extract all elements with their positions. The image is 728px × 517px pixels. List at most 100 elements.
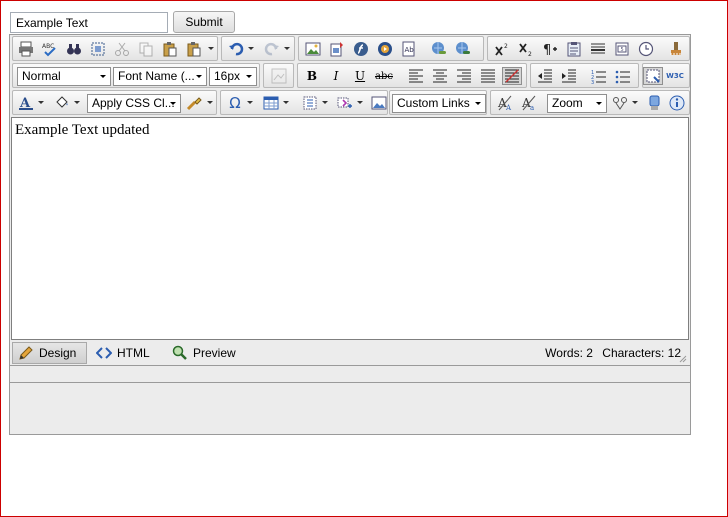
insert-table-icon[interactable]: [261, 94, 281, 112]
strikethrough-button[interactable]: abc: [374, 67, 394, 85]
toolbar-group-tools: AA Aa Zoom: [490, 90, 690, 115]
insert-media-icon[interactable]: [327, 40, 347, 58]
tab-preview[interactable]: Preview: [167, 342, 241, 364]
format-stripper-icon[interactable]: [666, 40, 686, 58]
toolbar-group-text-style: B I U abc: [297, 63, 527, 88]
tab-design[interactable]: Design: [12, 342, 87, 364]
image-map-icon[interactable]: [369, 94, 389, 112]
word-count: Words: 2: [545, 346, 593, 360]
italic-button[interactable]: I: [326, 67, 346, 85]
superscript-icon[interactable]: 2: [492, 40, 512, 58]
tab-html[interactable]: HTML: [91, 342, 155, 364]
background-color-icon[interactable]: [52, 94, 72, 112]
numbered-list-icon[interactable]: 123: [589, 67, 609, 85]
format-painter-icon[interactable]: [184, 94, 204, 112]
outdent-icon[interactable]: [535, 67, 555, 85]
symbol-icon[interactable]: Ω: [225, 94, 245, 112]
svg-text:Ab: Ab: [405, 46, 415, 54]
remove-link-icon[interactable]: [453, 40, 473, 58]
insert-link-icon[interactable]: [429, 40, 449, 58]
resize-grip-icon[interactable]: [677, 353, 687, 363]
tab-html-label: HTML: [117, 346, 150, 360]
spell-check-icon[interactable]: ABC: [40, 40, 60, 58]
align-left-icon[interactable]: [406, 67, 426, 85]
convert-to-upper-icon[interactable]: AA: [495, 94, 515, 112]
insert-list-icon[interactable]: [300, 94, 320, 112]
w3c-validator-icon[interactable]: W3C: [665, 67, 685, 85]
module-manager-icon[interactable]: [610, 94, 630, 112]
format-painter-dropdown-arrow[interactable]: [207, 101, 213, 104]
horizontal-rule-icon[interactable]: [588, 40, 608, 58]
editor-content-area[interactable]: Example Text updated: [11, 117, 689, 340]
paragraph-format-select[interactable]: Normal: [17, 67, 111, 86]
word-count-status: Words: 2 Characters: 12: [539, 346, 681, 360]
rich-text-editor: ABC Ab 2 2 ¶ 5 Normal Font Name (... 16p…: [9, 34, 691, 435]
toolbar-group-lists: 123: [530, 63, 639, 88]
tab-preview-label: Preview: [193, 346, 236, 360]
align-center-icon[interactable]: [430, 67, 450, 85]
document-manager-icon[interactable]: Ab: [399, 40, 419, 58]
bold-button[interactable]: B: [302, 67, 322, 85]
toggle-borders-icon[interactable]: [643, 67, 663, 85]
status-divider-bottom: [10, 382, 690, 383]
track-changes-icon[interactable]: [645, 94, 665, 112]
subscript-icon[interactable]: 2: [516, 40, 536, 58]
font-size-select[interactable]: 16px: [209, 67, 257, 86]
align-right-icon[interactable]: [454, 67, 474, 85]
toolbar-row-1: ABC Ab 2 2 ¶ 5: [11, 36, 691, 61]
toolbar-group-insert: 2 2 ¶ 5: [487, 36, 690, 61]
toolbar-group-background: [263, 63, 294, 88]
insert-image-icon[interactable]: [303, 40, 323, 58]
redo-icon[interactable]: [262, 40, 282, 58]
cut-icon[interactable]: [112, 40, 132, 58]
justify-icon[interactable]: [478, 67, 498, 85]
flash-icon[interactable]: [351, 40, 371, 58]
media-player-icon[interactable]: [375, 40, 395, 58]
background-color-dropdown-arrow[interactable]: [74, 101, 80, 104]
insert-list-dropdown-arrow[interactable]: [322, 101, 328, 104]
foreground-color-dropdown-arrow[interactable]: [38, 101, 44, 104]
text-input[interactable]: [10, 12, 168, 33]
font-name-select[interactable]: Font Name (...: [113, 67, 207, 86]
toolbar-row-3: A Apply CSS Cl... Ω Custom Links AA Aa Z…: [11, 90, 691, 115]
tab-design-label: Design: [39, 346, 77, 360]
symbol-dropdown-arrow[interactable]: [247, 101, 253, 104]
submit-button[interactable]: Submit: [173, 11, 235, 33]
bulleted-list-icon[interactable]: [613, 67, 633, 85]
css-class-select[interactable]: Apply CSS Cl...: [87, 94, 181, 113]
insert-date-icon[interactable]: [636, 40, 656, 58]
foreground-color-icon[interactable]: A: [16, 94, 36, 112]
redo-dropdown-arrow[interactable]: [284, 47, 290, 50]
insert-snippet-icon[interactable]: [335, 94, 355, 112]
toolbar-group-insert-elements: Ω: [220, 90, 388, 115]
svg-text:a: a: [530, 104, 534, 111]
zoom-select[interactable]: Zoom: [547, 94, 607, 113]
editor-content-text: Example Text updated: [15, 122, 150, 138]
form-element-icon[interactable]: 5: [612, 40, 632, 58]
paste-icon[interactable]: [160, 40, 180, 58]
paste-options-icon[interactable]: [184, 40, 204, 58]
about-dialog-icon[interactable]: [667, 94, 687, 112]
module-manager-dropdown-arrow[interactable]: [632, 101, 638, 104]
indent-icon[interactable]: [559, 67, 579, 85]
print-icon[interactable]: [16, 40, 36, 58]
underline-button[interactable]: U: [350, 67, 370, 85]
justify-none-icon[interactable]: [502, 67, 522, 85]
find-replace-icon[interactable]: [64, 40, 84, 58]
copy-icon[interactable]: [136, 40, 156, 58]
image-background-icon[interactable]: [269, 67, 289, 85]
insert-snippet-dropdown-arrow[interactable]: [357, 101, 363, 104]
show-paragraphs-icon[interactable]: ¶: [540, 40, 560, 58]
template-manager-icon[interactable]: [564, 40, 584, 58]
convert-to-lower-icon[interactable]: Aa: [519, 94, 539, 112]
undo-dropdown-arrow[interactable]: [248, 47, 254, 50]
svg-text:ABC: ABC: [42, 43, 54, 50]
select-all-icon[interactable]: [88, 40, 108, 58]
insert-table-dropdown-arrow[interactable]: [283, 101, 289, 104]
toolbar-row-2: Normal Font Name (... 16px B I U abc 123…: [11, 63, 691, 88]
svg-text:2: 2: [528, 51, 532, 57]
pencil-icon: [19, 346, 33, 360]
custom-links-select[interactable]: Custom Links: [392, 94, 486, 113]
paste-options-dropdown-arrow[interactable]: [208, 47, 214, 50]
undo-icon[interactable]: [226, 40, 246, 58]
